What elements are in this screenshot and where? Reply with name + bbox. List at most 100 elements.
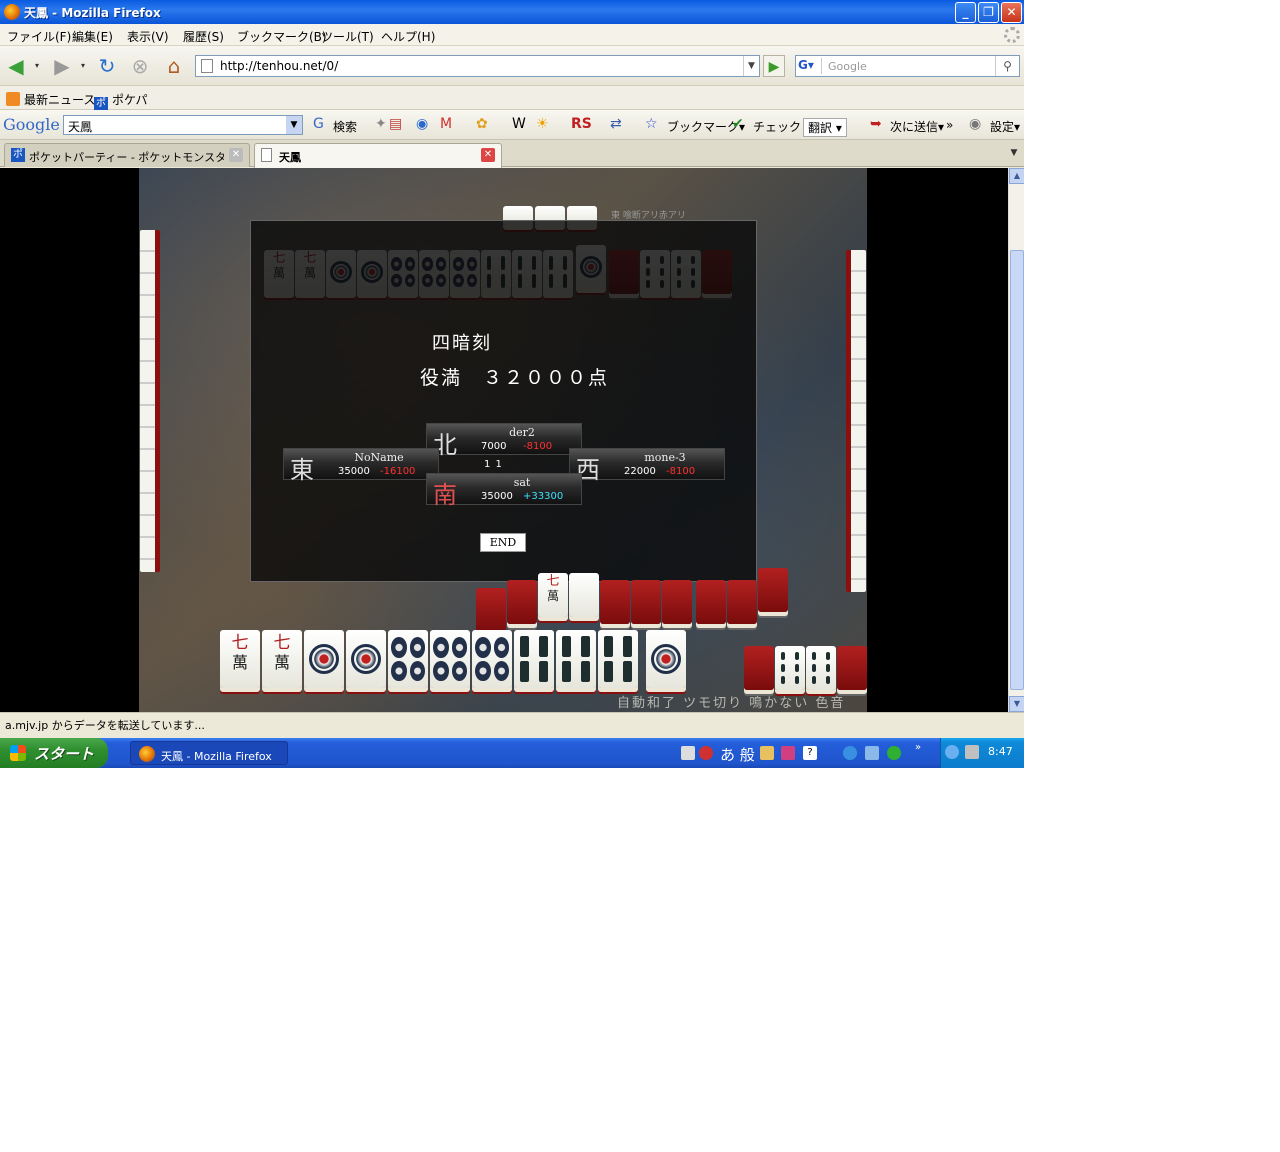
network-icon[interactable] [965, 745, 979, 759]
back-dropdown-icon[interactable]: ▾ [30, 55, 44, 77]
player-tile-4-pin[interactable] [472, 630, 512, 688]
navigation-toolbar: ◀ ▾ ▶ ▾ ↻ ⊗ ⌂ http://tenhou.net/0/ ▼ ▶ G… [0, 46, 1024, 86]
window-title: 天鳳 - Mozilla Firefox [24, 6, 161, 20]
start-button[interactable]: スタート [0, 738, 108, 768]
ime-pad-icon[interactable] [760, 746, 774, 760]
page-icon [201, 59, 213, 73]
menu-bookmarks[interactable]: ブックマーク(B) [237, 28, 327, 45]
url-text[interactable]: http://tenhou.net/0/ [220, 59, 338, 73]
ime-tool-icon[interactable] [781, 746, 795, 760]
menu-file[interactable]: ファイル(F) [7, 28, 71, 45]
player-name: sat [513, 476, 531, 489]
search-bar[interactable]: G▾ Google ⚲ [795, 55, 1020, 77]
help-icon[interactable]: ? [803, 746, 817, 760]
earth-icon[interactable]: ◉ [416, 116, 428, 132]
translate-button[interactable]: 翻訳 ▾ [803, 118, 847, 137]
spellcheck-icon[interactable]: ✔ [732, 116, 744, 132]
settings-icon[interactable]: ◉ [969, 116, 981, 132]
search-engine-icon[interactable]: G▾ [798, 58, 822, 74]
gmail-icon[interactable]: M [440, 116, 452, 132]
forward-dropdown-icon[interactable]: ▾ [76, 55, 90, 77]
reload-icon[interactable]: ↻ [95, 55, 119, 77]
google-search-value[interactable]: 天鳳 [68, 118, 92, 135]
url-dropdown-icon[interactable]: ▼ [743, 56, 759, 76]
window-titlebar[interactable]: 天鳳 - Mozilla Firefox _ ❐ ✕ [0, 0, 1024, 24]
player-tile-4-sou[interactable] [514, 630, 554, 688]
player-tile-4-pin[interactable] [388, 630, 428, 688]
news-icon[interactable]: ▤ [389, 116, 402, 132]
menu-help[interactable]: ヘルプ(H) [381, 28, 435, 45]
menu-edit[interactable]: 編集(E) [72, 28, 113, 45]
home-icon[interactable]: ⌂ [162, 55, 186, 77]
player-tile-4-pin[interactable] [430, 630, 470, 688]
tab-list-dropdown-icon[interactable]: ▼ [1006, 145, 1022, 161]
taskbar-firefox-item[interactable]: 天鳳 - Mozilla Firefox [130, 741, 288, 765]
settings-button[interactable]: 設定▾ [990, 118, 1020, 135]
send-to-button[interactable]: 次に送信▾ [890, 118, 944, 135]
ie-icon[interactable] [843, 746, 857, 760]
player-tile-7-man[interactable]: 七萬 [220, 630, 260, 688]
mahjong-table[interactable]: 東 喰断アリ赤アリ 七萬 七萬 四暗刻 役満 ３２０００点 北 [139, 168, 867, 712]
search-placeholder[interactable]: Google [828, 60, 867, 73]
url-bar[interactable]: http://tenhou.net/0/ ▼ [195, 55, 760, 77]
google-search-button[interactable]: 検索 [333, 118, 357, 135]
show-hidden-icon[interactable] [945, 745, 959, 759]
tab-pokeparty[interactable]: ポ ポケットパーティー - ポケットモンスターPB... ✕ [4, 143, 250, 167]
search-icon[interactable]: ⚲ [995, 56, 1019, 76]
more-chevron-icon[interactable]: » [946, 118, 953, 132]
end-button[interactable]: END [480, 533, 526, 552]
back-icon[interactable]: ◀ [4, 55, 28, 77]
rss-reader-icon[interactable]: RS [571, 116, 592, 132]
bookmark-news[interactable]: 最新ニュース [6, 91, 95, 108]
player-tile-1-pin[interactable] [346, 630, 386, 688]
player-delta: -8100 [666, 466, 696, 477]
ime-toolbar-icon[interactable] [699, 746, 713, 760]
gadget-icon[interactable]: ✿ [476, 116, 488, 132]
share-icon[interactable]: ⇄ [610, 116, 622, 132]
stop-icon[interactable]: ⊗ [128, 55, 152, 77]
outlook-icon[interactable] [865, 746, 879, 760]
page-content[interactable]: 東 喰断アリ赤アリ 七萬 七萬 四暗刻 役満 ３２０００点 北 [0, 168, 1008, 712]
menu-tools[interactable]: ツール(T) [321, 28, 374, 45]
scroll-down-icon[interactable]: ▼ [1009, 696, 1024, 712]
check-button[interactable]: チェック [753, 118, 801, 135]
player-tile-7-man[interactable]: 七萬 [262, 630, 302, 688]
player-tile-1-pin[interactable] [304, 630, 344, 688]
google-logo[interactable]: Google [3, 115, 60, 134]
forward-icon[interactable]: ▶ [50, 55, 74, 77]
player-tile-4-sou[interactable] [598, 630, 638, 688]
rss-icon [6, 92, 20, 106]
tab-tenhou[interactable]: 天鳳 ✕ [254, 143, 502, 168]
maximize-button[interactable]: ❐ [978, 2, 999, 23]
bookmark-pokepa[interactable]: ポポケパ [94, 91, 148, 111]
discard-back [662, 580, 692, 624]
yakuman-points: 役満 ３２０００点 [420, 367, 610, 389]
go-button[interactable]: ▶ [763, 55, 785, 77]
close-button[interactable]: ✕ [1001, 2, 1022, 23]
bookmark-star-icon[interactable]: ☆ [645, 116, 658, 132]
throbber-icon [1004, 27, 1020, 43]
tab-close-icon[interactable]: ✕ [229, 148, 243, 162]
keyboard-icon[interactable] [681, 746, 695, 760]
wikipedia-icon[interactable]: W [512, 116, 526, 132]
tab-close-icon[interactable]: ✕ [481, 148, 495, 162]
ime-mode[interactable]: あ 般 [720, 744, 755, 765]
scroll-up-icon[interactable]: ▲ [1009, 168, 1024, 184]
send-icon[interactable]: ➥ [870, 116, 882, 132]
vertical-scrollbar[interactable]: ▲ ▼ [1008, 168, 1024, 712]
highlight-icon[interactable]: ✦ [375, 116, 387, 132]
minimize-button[interactable]: _ [955, 2, 976, 23]
player-tile-4-sou[interactable] [556, 630, 596, 688]
menu-history[interactable]: 履歴(S) [183, 28, 224, 45]
scroll-thumb[interactable] [1010, 250, 1024, 690]
game-options[interactable]: 自動和了 ツモ切り 鳴かない 色音 [617, 692, 845, 711]
quicklaunch-more-icon[interactable]: » [915, 742, 921, 753]
google-g-icon[interactable]: G [313, 116, 324, 132]
clock[interactable]: 8:47 [988, 745, 1013, 758]
sun-icon[interactable]: ☀ [536, 116, 549, 132]
google-search-dropdown-icon[interactable]: ▼ [286, 116, 302, 134]
menu-view[interactable]: 表示(V) [127, 28, 169, 45]
messenger-icon[interactable] [887, 746, 901, 760]
google-search-input[interactable]: 天鳳 ▼ [63, 115, 303, 135]
player-drawn-tile-1-pin[interactable] [646, 630, 686, 688]
